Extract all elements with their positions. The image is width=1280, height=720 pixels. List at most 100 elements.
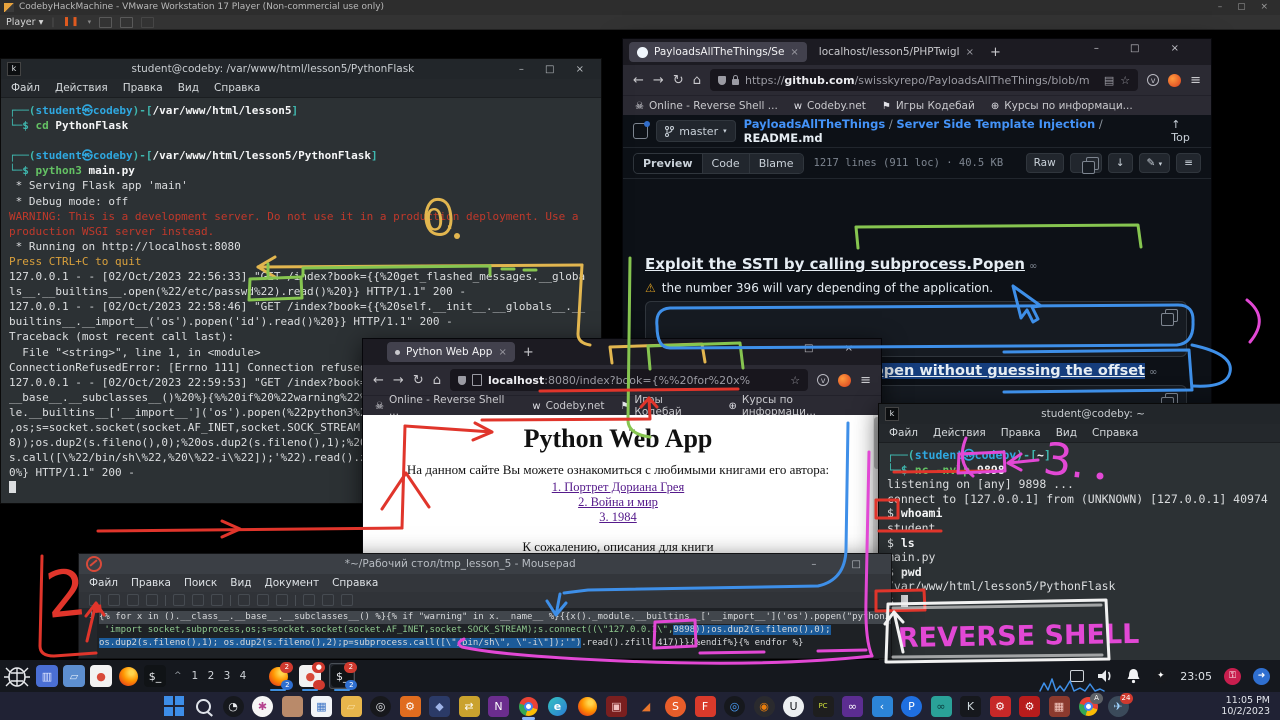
menu-item-Правка[interactable]: Правка xyxy=(131,577,171,589)
tab-blame[interactable]: Blame xyxy=(750,154,803,173)
toolbar-icon[interactable] xyxy=(173,594,185,606)
tab-payloadsallthethings[interactable]: PayloadsAllTheThings/Se× xyxy=(629,42,807,62)
book-link[interactable]: 2. Война и мир xyxy=(363,495,873,510)
tab-localhost-phptwig[interactable]: localhost/lesson5/PHPTwigI× xyxy=(811,42,982,62)
menu-item-Справка[interactable]: Справка xyxy=(332,577,378,589)
window-controls[interactable]: – □ × xyxy=(519,64,593,75)
tab-python-web-app[interactable]: Python Web App× xyxy=(387,342,515,362)
carrot-icon[interactable]: ◢ xyxy=(636,696,657,717)
fullscreen-icon[interactable] xyxy=(120,17,133,28)
home-button[interactable]: ⌂ xyxy=(693,73,701,88)
task-terminal[interactable]: $_22 xyxy=(329,663,355,689)
menu-item-Документ[interactable]: Документ xyxy=(265,577,320,589)
anchor-link-icon[interactable]: ∞ xyxy=(1029,261,1037,272)
pocket-icon[interactable]: v xyxy=(1147,74,1159,86)
blender-icon[interactable]: ◉ xyxy=(754,696,775,717)
menu-item-Файл[interactable]: Файл xyxy=(89,577,118,589)
pause-button[interactable]: ❚❚ xyxy=(63,17,80,27)
reload-button[interactable]: ↻ xyxy=(673,73,684,88)
notifications-bell-icon[interactable] xyxy=(1126,668,1141,684)
vmware-icon[interactable]: ⚙ xyxy=(400,696,421,717)
toolbar-icon[interactable] xyxy=(211,594,223,606)
menu-item-Вид[interactable]: Вид xyxy=(230,577,251,589)
toolbar-icon[interactable] xyxy=(127,594,139,606)
mousepad-titlebar[interactable]: *~/Рабочий стол/tmp_lesson_5 - Mousepad … xyxy=(79,554,891,574)
toolbar-icon[interactable] xyxy=(322,594,334,606)
pause-dropdown[interactable]: ▾ xyxy=(88,18,92,26)
forward-button[interactable]: → xyxy=(393,373,404,388)
file-tree-icon[interactable] xyxy=(633,123,648,139)
toolbar-icon[interactable] xyxy=(276,594,288,606)
toolbar-icon[interactable] xyxy=(303,594,315,606)
task-mousepad-icon[interactable]: ●● xyxy=(299,665,321,687)
window-controls[interactable]: – □ × xyxy=(1094,43,1193,54)
tracking-shield-icon[interactable] xyxy=(458,376,466,385)
bookmark-Курсы по информаци...[interactable]: ⊕Курсы по информаци... xyxy=(991,100,1133,112)
hyperv-icon[interactable]: ⇄ xyxy=(459,696,480,717)
tab-code[interactable]: Code xyxy=(703,154,750,173)
toolbar-icon[interactable] xyxy=(238,594,250,606)
pycharm-icon[interactable]: PC xyxy=(813,696,834,717)
bookmark-Игры Кодебай[interactable]: ⚑Игры Кодебай xyxy=(882,100,975,112)
new-tab-button[interactable]: + xyxy=(523,345,534,360)
visual-studio-icon[interactable]: ∞ xyxy=(842,696,863,717)
menu-item-Правка[interactable]: Правка xyxy=(1001,427,1041,439)
vmware-window-controls[interactable]: – ▢ × xyxy=(1218,0,1274,15)
toolbar-icon[interactable] xyxy=(108,594,120,606)
unity-icon[interactable] xyxy=(141,17,154,28)
menu-item-Справка[interactable]: Справка xyxy=(1092,427,1138,439)
toolbar-icon[interactable] xyxy=(146,594,158,606)
bug-menu-icon[interactable] xyxy=(3,663,31,689)
url-bar[interactable]: https://github.com/swisskyrepo/PayloadsA… xyxy=(710,69,1138,91)
toolbar-icon[interactable] xyxy=(89,594,101,606)
ctrl-alt-del-icon[interactable] xyxy=(99,17,112,28)
branch-selector[interactable]: master▾ xyxy=(656,120,735,142)
panel-clock[interactable]: 23:05 xyxy=(1180,670,1212,683)
forward-button[interactable]: → xyxy=(653,73,664,88)
f-app-icon[interactable]: F xyxy=(695,696,716,717)
mousepad-launcher-icon[interactable]: ● xyxy=(90,665,112,687)
menu-item-Вид[interactable]: Вид xyxy=(178,82,199,94)
paypal-icon[interactable]: P xyxy=(901,696,922,717)
bookmark-Codeby.net[interactable]: wCodeby.net xyxy=(794,100,866,112)
chrome-icon[interactable] xyxy=(518,696,539,717)
reload-button[interactable]: ↻ xyxy=(413,373,424,388)
toolbar-icon[interactable] xyxy=(341,594,353,606)
volume-icon[interactable] xyxy=(1096,668,1114,684)
vscode-icon[interactable]: ‹ xyxy=(872,696,893,717)
search-icon[interactable] xyxy=(193,696,214,717)
menu-item-Файл[interactable]: Файл xyxy=(889,427,918,439)
home-button[interactable]: ⌂ xyxy=(433,373,441,388)
reader-view-icon[interactable]: ▤ xyxy=(1104,74,1114,87)
tab-preview[interactable]: Preview xyxy=(634,154,703,173)
chrome-profile-icon[interactable]: A xyxy=(1078,696,1099,717)
back-button[interactable]: ← xyxy=(633,73,644,88)
menu-item-Правка[interactable]: Правка xyxy=(123,82,163,94)
toolbar-icon[interactable] xyxy=(192,594,204,606)
toolbar-icon[interactable] xyxy=(257,594,269,606)
portrait-icon[interactable] xyxy=(282,696,303,717)
workspace-switcher[interactable]: 1 2 3 4 xyxy=(192,670,250,682)
terminal-output[interactable]: ┌──(student㉿codeby)-[~]└─$ nc -nvlp 9898… xyxy=(879,443,1280,614)
photos-red-icon[interactable]: ▣ xyxy=(606,696,627,717)
editor-area[interactable]: 1 {% for x in ().__class__.__base__.__su… xyxy=(79,608,891,658)
menu-item-Поиск[interactable]: Поиск xyxy=(184,577,217,589)
bookmark-star-icon[interactable]: ☆ xyxy=(790,374,800,387)
virtualbox-icon[interactable]: ◆ xyxy=(429,696,450,717)
calendar-icon[interactable]: ▦ xyxy=(311,696,332,717)
menu-item-Файл[interactable]: Файл xyxy=(11,82,40,94)
ssti-popen-heading[interactable]: Exploit the SSTI by calling subprocess.P… xyxy=(645,255,1037,273)
clipman-icon[interactable] xyxy=(1070,670,1084,682)
task-mousepad[interactable]: ●● xyxy=(297,663,323,689)
menu-item-Вид[interactable]: Вид xyxy=(1056,427,1077,439)
menu-icon[interactable]: ≡ xyxy=(860,373,871,388)
menu-icon[interactable]: ≡ xyxy=(1190,73,1201,88)
book-link[interactable]: 1. Портрет Дориана Грея xyxy=(363,480,873,495)
status-icon[interactable]: ✦ xyxy=(1153,669,1168,684)
task-firefox-icon[interactable]: 22 xyxy=(267,665,289,687)
anchor-link-icon[interactable]: ∞ xyxy=(1149,367,1157,378)
new-tab-button[interactable]: + xyxy=(990,45,1001,60)
firefox-icon[interactable] xyxy=(577,696,598,717)
slack-icon[interactable]: ✱ xyxy=(252,696,273,717)
window-controls[interactable]: – □ xyxy=(811,559,877,570)
